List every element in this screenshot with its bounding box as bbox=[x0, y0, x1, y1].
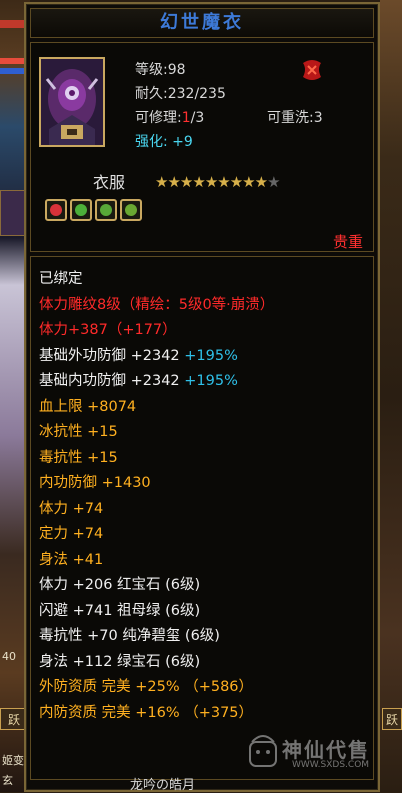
star-filled-icon: ★ bbox=[242, 173, 255, 191]
property-text: 体力雕纹8级（精绘：5级0等·崩溃） bbox=[39, 296, 275, 313]
item-header: 等级:98 耐久:232/235 可修理:1/3 可重洗:3 强化: +9 衣服… bbox=[30, 42, 374, 252]
side-level-text: 40 bbox=[2, 650, 16, 663]
gem-socket-icon[interactable] bbox=[120, 199, 142, 221]
item-property-line: 基础外功防御 +2342 +195% bbox=[39, 344, 238, 365]
side-jump-button[interactable]: 跃 bbox=[382, 708, 402, 730]
tooltip-title-bar: 幻世魔衣 bbox=[30, 8, 374, 38]
item-property-line: 内防资质 完美 +16% （+375） bbox=[39, 701, 253, 722]
property-text: 已绑定 bbox=[39, 271, 83, 287]
item-repair: 可修理:1/3 bbox=[135, 107, 204, 127]
property-text: 毒抗性 +70 纯净碧玺 (6级) bbox=[39, 628, 220, 644]
watermark-url: WWW.SXDS.COM bbox=[292, 760, 370, 770]
item-property-line: 毒抗性 +15 bbox=[39, 446, 118, 467]
star-filled-icon: ★ bbox=[229, 173, 243, 191]
game-scene-right: 跃 bbox=[380, 0, 402, 792]
property-text: 血上限 +8074 bbox=[39, 398, 137, 415]
star-filled-icon: ★ bbox=[155, 173, 168, 191]
item-durability: 耐久:232/235 bbox=[135, 86, 226, 102]
item-property-line: 体力+387（+177） bbox=[39, 318, 177, 339]
item-property-line: 定力 +74 bbox=[39, 522, 103, 543]
star-filled-icon: ★ bbox=[254, 173, 268, 191]
property-text: 内功防御 +1430 bbox=[39, 475, 151, 491]
gem-socket-icon[interactable] bbox=[70, 199, 92, 221]
star-filled-icon: ★ bbox=[179, 173, 193, 191]
item-rewash: 可重洗:3 bbox=[267, 110, 323, 126]
item-property-line: 冰抗性 +15 bbox=[39, 420, 118, 441]
star-filled-icon: ★ bbox=[217, 173, 230, 191]
repair-current: 1 bbox=[181, 110, 191, 126]
item-property-line: 外防资质 完美 +25% （+586） bbox=[39, 675, 253, 696]
property-text: 基础外功防御 +2342 bbox=[39, 347, 180, 364]
item-property-line: 已绑定 bbox=[39, 267, 83, 288]
watermark-text: 神仙代售 bbox=[282, 738, 370, 762]
property-bonus: +195% bbox=[179, 347, 238, 364]
side-text: 玄 bbox=[2, 774, 13, 787]
item-rarity: 贵重 bbox=[332, 233, 363, 251]
item-tooltip: 幻世魔衣 等级:98 耐久:232/235 可修理:1/3 可重洗:3 强化: … bbox=[24, 2, 380, 792]
item-property-line: 体力 +206 红宝石 (6级) bbox=[39, 573, 200, 594]
item-property-line: 基础内功防御 +2342 +195% bbox=[39, 369, 238, 390]
property-text: 身法 +112 绿宝石 (6级) bbox=[39, 653, 201, 670]
star-filled-icon: ★ bbox=[204, 173, 218, 191]
repair-label: 可修理: bbox=[135, 110, 182, 126]
property-text: 体力+387（+177） bbox=[39, 322, 177, 338]
property-text: 基础内功防御 +2342 bbox=[39, 373, 180, 389]
item-portrait bbox=[39, 57, 105, 147]
property-text: 毒抗性 +15 bbox=[39, 449, 118, 466]
item-slot: 衣服 bbox=[93, 173, 126, 192]
side-text: 姬变 bbox=[2, 754, 24, 767]
gem-socket-icon[interactable] bbox=[45, 199, 67, 221]
gem-sockets bbox=[45, 199, 145, 225]
bound-emblem-icon bbox=[299, 57, 325, 83]
owner-name: 龙吟の皓月 bbox=[130, 778, 196, 793]
repair-total: /3 bbox=[190, 110, 205, 126]
item-properties: 已绑定体力雕纹8级（精绘：5级0等·崩溃） 体力+387（+177） 基础外功防御 … bbox=[30, 256, 374, 780]
item-level: 等级:98 bbox=[135, 62, 186, 78]
item-stars: ★★★★★★★★★★ bbox=[155, 173, 281, 191]
item-property-line: 体力雕纹8级（精绘：5级0等·崩溃） bbox=[39, 293, 274, 314]
item-property-line: 血上限 +8074 bbox=[39, 395, 136, 416]
property-text: 定力 +74 bbox=[39, 526, 104, 542]
property-bonus: +195% bbox=[179, 373, 238, 389]
property-text: 外防资质 完美 +25% （+586） bbox=[39, 679, 254, 695]
item-enhance: 强化: +9 bbox=[135, 134, 193, 150]
property-text: 闪避 +741 祖母绿 (6级) bbox=[39, 602, 201, 619]
item-property-line: 身法 +41 bbox=[39, 548, 103, 569]
star-filled-icon: ★ bbox=[167, 173, 180, 191]
property-text: 冰抗性 +15 bbox=[39, 424, 118, 440]
item-property-line: 体力 +74 bbox=[39, 497, 103, 518]
star-empty-icon: ★ bbox=[267, 173, 280, 191]
watermark-logo-icon bbox=[249, 735, 277, 767]
gem-socket-icon[interactable] bbox=[95, 199, 117, 221]
property-text: 体力 +206 红宝石 (6级) bbox=[39, 577, 201, 593]
item-property-line: 身法 +112 绿宝石 (6级) bbox=[39, 650, 200, 671]
property-text: 内防资质 完美 +16% （+375） bbox=[39, 704, 254, 721]
item-property-line: 内功防御 +1430 bbox=[39, 471, 151, 492]
item-property-line: 毒抗性 +70 纯净碧玺 (6级) bbox=[39, 624, 220, 645]
watermark: 神仙代售 WWW.SXDS.COM bbox=[246, 730, 396, 778]
item-property-line: 闪避 +741 祖母绿 (6级) bbox=[39, 599, 200, 620]
property-text: 体力 +74 bbox=[39, 500, 104, 517]
property-text: 身法 +41 bbox=[39, 551, 104, 568]
star-filled-icon: ★ bbox=[192, 173, 205, 191]
item-name: 幻世魔衣 bbox=[160, 12, 244, 33]
